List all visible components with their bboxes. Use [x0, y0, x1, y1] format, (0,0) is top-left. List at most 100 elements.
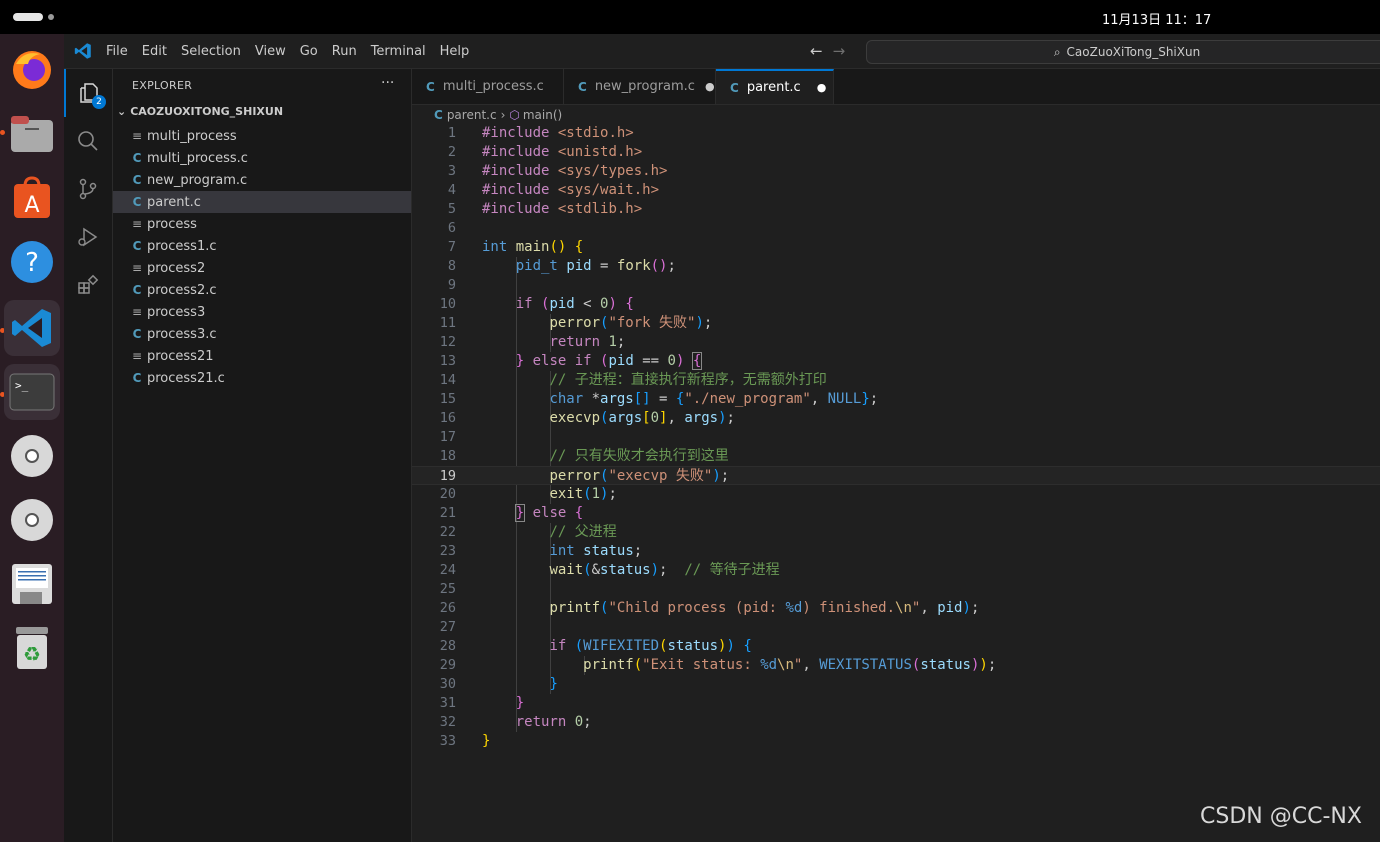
- tab-label: parent.c: [746, 80, 801, 95]
- more-actions-icon[interactable]: ···: [381, 75, 394, 91]
- tab-new-program-c[interactable]: Cnew_program.c ●: [564, 69, 716, 104]
- code-editor[interactable]: 1 #include <stdio.h> 2 #include <unistd.h>…: [412, 124, 1380, 842]
- source-control-icon[interactable]: [64, 165, 112, 213]
- explorer-icon[interactable]: 2: [64, 69, 114, 117]
- explorer-sidebar: EXPLORER ··· ⌄ CAOZUOXITONG_SHIXUN ≡ multi…: [113, 69, 412, 842]
- svg-text:♻: ♻: [23, 642, 41, 666]
- command-center-search[interactable]: ⌕ CaoZuoXiTong_ShiXun: [866, 40, 1380, 64]
- menu-help[interactable]: Help: [440, 44, 470, 59]
- menu-file[interactable]: File: [106, 44, 128, 59]
- chevron-down-icon: ⌄: [117, 105, 127, 118]
- c-file-icon: C: [132, 195, 142, 209]
- file-item[interactable]: Cprocess3.c: [113, 323, 411, 345]
- code-line: 26 printf("Child process (pid: %d) finis…: [439, 600, 980, 616]
- file-label: process2.c: [147, 282, 217, 298]
- explorer-header: EXPLORER: [132, 79, 193, 92]
- file-item[interactable]: ≡ process: [113, 213, 411, 235]
- files-icon[interactable]: [4, 106, 60, 162]
- code-line: 7 int main() {: [447, 239, 584, 255]
- workspace-dot[interactable]: [48, 14, 54, 20]
- search-icon[interactable]: [64, 117, 112, 165]
- code-line: 3 #include <sys/types.h>: [447, 163, 668, 179]
- tab-parent-c[interactable]: Cparent.c ●: [716, 69, 834, 104]
- file-item[interactable]: ≡ process21: [113, 345, 411, 367]
- menu-terminal[interactable]: Terminal: [371, 44, 426, 59]
- modified-dot-icon[interactable]: ●: [705, 80, 715, 93]
- disc-icon[interactable]: [4, 492, 60, 548]
- file-item[interactable]: Cprocess1.c: [113, 235, 411, 257]
- tab-multi-process-c[interactable]: Cmulti_process.c: [412, 69, 564, 104]
- svg-text:A: A: [24, 193, 39, 218]
- file-item[interactable]: Cprocess21.c: [113, 367, 411, 389]
- text-file-icon: ≡: [131, 349, 143, 363]
- system-clock[interactable]: 11月13日 11：17: [1102, 9, 1211, 28]
- back-arrow-icon[interactable]: ←: [810, 42, 823, 60]
- breadcrumb: C parent.c › ⬡ main(): [434, 106, 562, 124]
- menu-bar: File Edit Selection View Go Run Terminal…: [106, 34, 483, 68]
- code-line: 15 char *args[] = {"./new_program", NULL…: [439, 391, 879, 407]
- file-item[interactable]: Cnew_program.c: [113, 169, 411, 191]
- workspace-folder[interactable]: ⌄ CAOZUOXITONG_SHIXUN: [117, 105, 283, 118]
- search-label: CaoZuoXiTong_ShiXun: [1066, 45, 1201, 59]
- code-line: 27: [439, 619, 456, 635]
- menu-edit[interactable]: Edit: [142, 44, 167, 59]
- menu-run[interactable]: Run: [332, 44, 357, 59]
- forward-arrow-icon[interactable]: →: [833, 42, 846, 60]
- editor-tabs: Cmulti_process.c Cnew_program.c ● Cparent…: [412, 69, 1380, 105]
- svg-text:?: ?: [25, 248, 39, 278]
- chevron-right-icon: ›: [500, 108, 506, 122]
- trash-icon[interactable]: ♻: [4, 620, 60, 676]
- file-item[interactable]: Cprocess2.c: [113, 279, 411, 301]
- code-line: 22 // 父进程: [439, 524, 617, 540]
- code-line: 24 wait(&status); // 等待子进程: [439, 562, 780, 578]
- file-label: multi_process.c: [147, 150, 248, 166]
- run-debug-icon[interactable]: [64, 213, 112, 261]
- c-file-icon: C: [132, 151, 142, 165]
- app-center-icon[interactable]: A: [4, 170, 60, 226]
- vscode-icon[interactable]: [4, 300, 60, 356]
- code-line: 13 } else if (pid == 0) {: [439, 352, 703, 370]
- code-line: 25: [439, 581, 456, 597]
- code-line: 28 if (WIFEXITED(status)) {: [439, 638, 752, 654]
- extensions-icon[interactable]: [64, 261, 112, 309]
- file-item[interactable]: Cmulti_process.c: [113, 147, 411, 169]
- disc-icon[interactable]: [4, 428, 60, 484]
- svg-text:>_: >_: [15, 379, 29, 392]
- help-icon[interactable]: ?: [4, 234, 60, 290]
- menu-selection[interactable]: Selection: [181, 44, 241, 59]
- c-file-icon: C: [730, 80, 739, 95]
- code-line: 33}: [439, 733, 491, 749]
- breadcrumb-file[interactable]: parent.c: [447, 108, 497, 122]
- code-line-current: 19 perror("execvp 失败");: [412, 466, 1380, 485]
- code-line: 16 execvp(args[0], args);: [439, 410, 735, 426]
- modified-dot-icon[interactable]: ●: [817, 81, 827, 94]
- firefox-icon[interactable]: [4, 42, 60, 98]
- terminal-icon[interactable]: >_: [4, 364, 60, 420]
- menu-go[interactable]: Go: [300, 44, 318, 59]
- menu-view[interactable]: View: [255, 44, 286, 59]
- breadcrumb-symbol[interactable]: main(): [523, 108, 562, 122]
- code-line: 1 #include <stdio.h>: [447, 125, 634, 141]
- file-item[interactable]: ≡ process2: [113, 257, 411, 279]
- text-file-icon: ≡: [131, 129, 143, 143]
- code-line: 9: [447, 277, 456, 293]
- text-editor-icon[interactable]: [4, 556, 60, 612]
- title-bar: File Edit Selection View Go Run Terminal…: [64, 34, 1380, 69]
- c-file-icon: C: [434, 108, 443, 122]
- workspace-indicator[interactable]: [13, 13, 43, 21]
- code-line: 30 }: [439, 676, 558, 692]
- explorer-badge: 2: [92, 95, 106, 109]
- file-label: multi_process: [147, 128, 237, 144]
- file-item[interactable]: ≡ multi_process: [113, 125, 411, 147]
- file-item[interactable]: Cparent.c: [113, 191, 411, 213]
- c-file-icon: C: [426, 79, 435, 94]
- symbol-method-icon: ⬡: [509, 108, 520, 122]
- code-line: 21 } else {: [439, 504, 584, 522]
- file-item[interactable]: ≡ process3: [113, 301, 411, 323]
- code-line: 8 pid_t pid = fork();: [447, 258, 676, 274]
- code-line: 17: [439, 429, 456, 445]
- code-line: 4 #include <sys/wait.h>: [447, 182, 660, 198]
- c-file-icon: C: [132, 283, 142, 297]
- c-file-icon: C: [578, 79, 587, 94]
- search-icon: ⌕: [1053, 44, 1061, 59]
